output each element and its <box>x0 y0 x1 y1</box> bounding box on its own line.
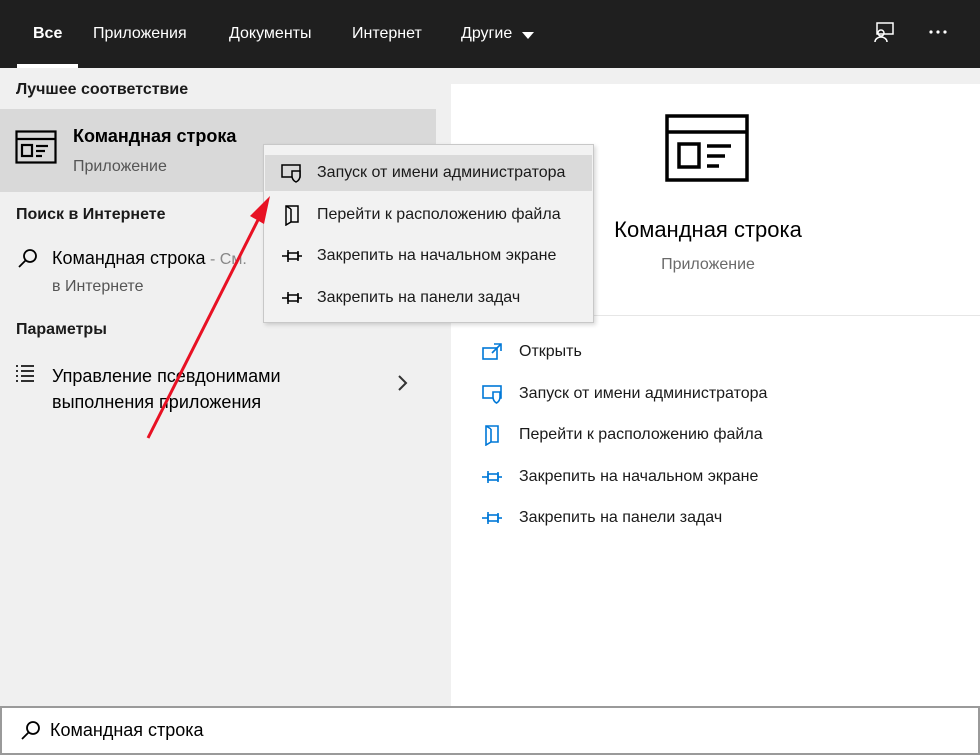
context-menu-pin-start[interactable]: Закрепить на начальном экране <box>265 238 592 274</box>
settings-item-line2: выполнения приложения <box>52 392 262 412</box>
chevron-down-icon <box>522 31 535 39</box>
command-prompt-large-icon <box>665 114 749 187</box>
command-prompt-icon <box>15 130 57 169</box>
open-icon <box>481 341 503 363</box>
pin-icon <box>481 507 503 529</box>
web-search-subtitle: в Интернете <box>52 278 144 295</box>
search-icon <box>16 247 40 276</box>
web-search-text: Командная строка <box>52 248 206 268</box>
action-pin-taskbar[interactable]: Закрепить на панели задач <box>481 503 722 533</box>
best-match-header: Лучшее соответствие <box>16 81 189 98</box>
chevron-right-icon[interactable] <box>396 374 410 397</box>
search-input[interactable]: Командная строка <box>50 720 204 741</box>
settings-item-line1: Управление псевдонимами <box>52 366 281 386</box>
web-search-suffix: - См. <box>205 251 247 268</box>
tab-all[interactable]: Все <box>16 0 79 68</box>
context-menu-pin-taskbar[interactable]: Закрепить на панели задач <box>265 280 592 316</box>
action-run-as-admin[interactable]: Запуск от имени администратора <box>481 379 767 409</box>
list-settings-icon <box>14 363 36 390</box>
settings-header: Параметры <box>16 321 107 338</box>
tab-documents[interactable]: Документы <box>229 0 311 68</box>
best-match-subtitle: Приложение <box>73 158 167 175</box>
shield-icon <box>481 383 503 405</box>
tab-internet[interactable]: Интернет <box>352 0 422 68</box>
shield-icon <box>279 162 305 184</box>
settings-item-app-aliases[interactable]: Управление псевдонимами выполнения прило… <box>0 353 436 423</box>
context-menu-run-as-admin[interactable]: Запуск от имени администратора <box>265 155 592 191</box>
action-pin-start[interactable]: Закрепить на начальном экране <box>481 462 758 492</box>
pin-icon <box>279 245 305 267</box>
folder-icon <box>279 204 305 226</box>
action-open-file-location[interactable]: Перейти к расположению файла <box>481 420 763 450</box>
context-menu-open-file-location[interactable]: Перейти к расположению файла <box>265 197 592 233</box>
search-icon <box>19 719 43 748</box>
web-search-header: Поиск в Интернете <box>16 206 166 223</box>
context-menu: Запуск от имени администратора Перейти к… <box>263 144 594 323</box>
pin-icon <box>279 287 305 309</box>
top-navigation-bar: Все Приложения Документы Интернет Другие <box>0 0 980 68</box>
pin-icon <box>481 466 503 488</box>
action-open[interactable]: Открыть <box>481 337 582 367</box>
folder-icon <box>481 424 503 446</box>
best-match-title: Командная строка <box>73 126 237 146</box>
more-options-icon[interactable] <box>924 18 952 46</box>
tab-more[interactable]: Другие <box>461 0 535 68</box>
feedback-icon[interactable] <box>870 18 898 46</box>
search-bar[interactable]: Командная строка <box>0 706 980 755</box>
tab-apps[interactable]: Приложения <box>93 0 187 68</box>
